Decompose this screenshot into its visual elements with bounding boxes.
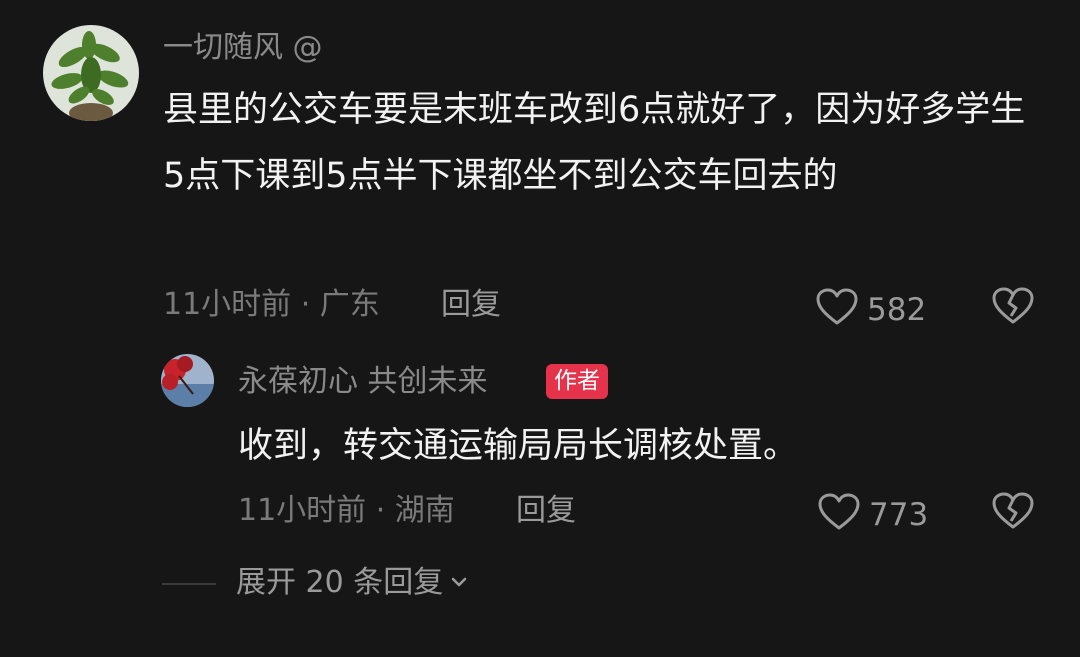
replier-username[interactable]: 永葆初心 共创未来: [238, 367, 488, 397]
reply-meta: 11小时前 · 湖南: [238, 493, 455, 528]
reply-dislike-button[interactable]: [991, 491, 1035, 535]
author-badge: 作者: [546, 364, 608, 399]
expand-divider: [162, 583, 216, 585]
reply-text: 收到，转交通运输局局长调核处置。: [238, 426, 799, 466]
comment-dislike-button[interactable]: [991, 286, 1035, 330]
reply-like-count: 773: [869, 496, 929, 533]
heart-outline-icon: [815, 287, 859, 333]
heart-outline-icon: [817, 492, 861, 538]
broken-heart-icon: [991, 492, 1035, 535]
comment-meta: 11小时前 · 广东: [163, 287, 380, 322]
expand-replies-button[interactable]: 展开 20 条回复: [236, 568, 469, 598]
comment-like-count: 582: [867, 291, 927, 328]
replier-avatar[interactable]: [161, 354, 214, 407]
reply-like-button[interactable]: 773: [817, 492, 928, 538]
commenter-username[interactable]: 一切随风 @: [163, 33, 323, 63]
expand-replies-label: 展开 20 条回复: [236, 565, 444, 600]
comment-reply-button[interactable]: 回复: [441, 290, 501, 320]
comment-like-button[interactable]: 582: [815, 287, 926, 333]
commenter-avatar[interactable]: [43, 25, 139, 121]
comment-text: 县里的公交车要是末班车改到6点就好了，因为好多学生5点下课到5点半下课都坐不到公…: [163, 90, 1026, 196]
chevron-down-icon: [449, 568, 469, 598]
reply-reply-button[interactable]: 回复: [516, 496, 576, 526]
broken-heart-icon: [991, 287, 1035, 330]
